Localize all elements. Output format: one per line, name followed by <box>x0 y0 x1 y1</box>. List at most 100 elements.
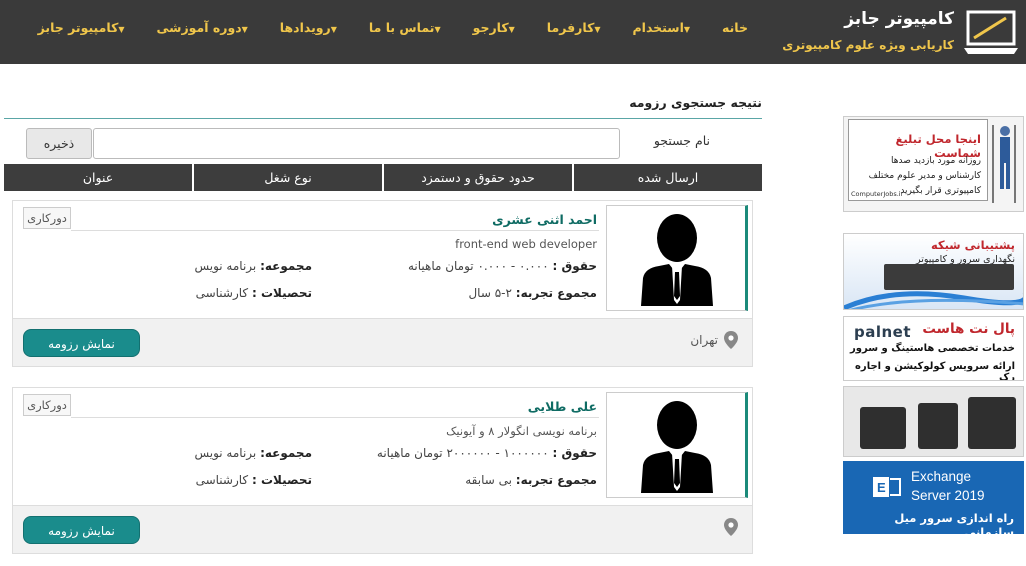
experience-label: مجموع تجربه: <box>515 473 597 487</box>
ad-text-line-2: ارائه سرویس کولوکیشن و اجاره رک <box>855 361 1015 381</box>
name-divider <box>71 230 599 231</box>
nav-label: استخدام <box>632 20 684 35</box>
chevron-down-icon: ▼ <box>594 25 601 34</box>
job-title: برنامه نویسی انگولار ۸ و آیونیک <box>446 424 597 438</box>
education-value: کارشناسی <box>195 473 249 487</box>
top-navbar: کامپیوتر جابز کاریابی ویژه علوم کامپیوتر… <box>0 0 1026 64</box>
search-name-label: نام جستجو <box>653 133 710 148</box>
ad-title: پشتیبانی شبکه <box>930 238 1015 252</box>
category-label: مجموعه: <box>260 259 312 273</box>
logo-title: کامپیوتر جابز <box>844 9 954 29</box>
education-value: کارشناسی <box>195 286 249 300</box>
category-value: برنامه نویس <box>194 446 257 460</box>
nav-employment[interactable]: استخدام▼ <box>619 18 709 38</box>
resume-card: احمد اثنی عشری دورکاری front-end web dev… <box>12 200 753 367</box>
show-resume-button[interactable]: نمایش رزومه <box>23 329 140 357</box>
nav-label: کارفرما <box>546 20 595 35</box>
education-field: تحصیلات : کارشناسی <box>196 473 312 487</box>
network-cable-image <box>844 291 1023 309</box>
experience-field: مجموع تجربه: ۲-۵ سال <box>468 286 597 300</box>
ad-banner-palnet-host[interactable]: palnet پال نت هاست خدمات تخصصی هاستینگ و… <box>843 316 1024 381</box>
experience-field: مجموع تجربه: بی سابقه <box>465 473 597 487</box>
nav-label: رویدادها <box>279 20 331 35</box>
education-label: تحصیلات : <box>251 473 312 487</box>
ad-banner-exchange-server[interactable]: E Exchange Server 2019 راه اندازی سرور م… <box>843 461 1024 534</box>
nav-employer[interactable]: کارفرما▼ <box>533 18 619 38</box>
location-text: تهران <box>690 333 718 347</box>
job-type-badge: دورکاری <box>23 207 71 229</box>
logo-subtitle: کاریابی ویژه علوم کامپیوتری <box>782 38 954 52</box>
ad-footer: ComputerJobs.ir <box>851 190 904 198</box>
site-logo[interactable]: کامپیوتر جابز کاریابی ویژه علوم کامپیوتر… <box>782 0 1026 64</box>
main-nav: خانه استخدام▼ کارفرما▼ کارجو▼ تماس با ما… <box>24 18 748 38</box>
column-title[interactable]: عنوان <box>4 164 192 191</box>
ip-phone-image <box>860 407 906 449</box>
ad-banner-network-support[interactable]: پشتیبانی شبکه نگهداری سرور و کامپیوتر <box>843 233 1024 310</box>
column-salary-range[interactable]: حدود حقوق و دستمزد <box>384 164 572 191</box>
laptop-logo-icon <box>964 10 1018 54</box>
job-type-badge: دورکاری <box>23 394 71 416</box>
exchange-logo-icon: E <box>873 477 901 497</box>
palnet-logo: palnet <box>854 323 912 341</box>
nav-label: خانه <box>722 20 748 35</box>
chevron-down-icon: ▼ <box>330 25 337 34</box>
chevron-down-icon: ▼ <box>241 25 248 34</box>
name-divider <box>71 417 599 418</box>
nav-events[interactable]: رویدادها▼ <box>266 18 355 38</box>
ad-title: پال نت هاست <box>922 321 1015 337</box>
show-resume-button[interactable]: نمایش رزومه <box>23 516 140 544</box>
salary-value: ۰.۰۰۰ - ۰.۰۰۰ تومان ماهیانه <box>407 259 549 273</box>
ad-text-line-1: خدمات تخصصی هاستینگ و سرور <box>850 343 1015 354</box>
ad-banner-advertise-here[interactable]: اینجا محل تبلیغ شماست روزانه مورد بازدید… <box>843 116 1024 212</box>
salary-value: ۱۰۰۰۰۰۰ - ۲۰۰۰۰۰۰ تومان ماهیانه <box>376 446 549 460</box>
resume-name-link[interactable]: علی طلایی <box>528 399 597 414</box>
nav-jobseeker[interactable]: کارجو▼ <box>459 18 533 38</box>
column-job-type[interactable]: نوع شغل <box>194 164 382 191</box>
nav-courses[interactable]: دوره آموزشی▼ <box>143 18 266 38</box>
salary-field: حقوق : ۱۰۰۰۰۰۰ - ۲۰۰۰۰۰۰ تومان ماهیانه <box>377 446 597 460</box>
nav-label: کامپیوتر جابز <box>37 20 119 35</box>
location-pin-icon <box>724 331 738 349</box>
avatar <box>606 392 748 498</box>
experience-value: ۲-۵ سال <box>468 286 512 300</box>
save-button[interactable]: ذخیره <box>26 128 92 159</box>
nav-computerjobs[interactable]: کامپیوتر جابز▼ <box>24 18 143 38</box>
salary-label: حقوق : <box>552 446 597 460</box>
user-silhouette-icon <box>641 214 713 306</box>
nav-label: کارجو <box>472 20 509 35</box>
column-sent[interactable]: ارسال شده <box>574 164 762 191</box>
resume-name-link[interactable]: احمد اثنی عشری <box>492 212 597 227</box>
painter-figure-icon <box>992 125 1016 203</box>
column-headers: ارسال شده حدود حقوق و دستمزد نوع شغل عنو… <box>4 164 762 191</box>
education-field: تحصیلات : کارشناسی <box>196 286 312 300</box>
ip-phone-image <box>968 397 1016 449</box>
nav-home[interactable]: خانه <box>708 18 748 38</box>
nav-label: تماس با ما <box>368 20 435 35</box>
salary-label: حقوق : <box>552 259 597 273</box>
user-silhouette-icon <box>641 401 713 493</box>
nav-label: دوره آموزشی <box>156 20 242 35</box>
category-label: مجموعه: <box>260 446 312 460</box>
avatar <box>606 205 748 311</box>
chevron-down-icon: ▼ <box>683 25 691 34</box>
ad-title-line-2: Server 2019 <box>911 488 985 503</box>
education-label: تحصیلات : <box>251 286 312 300</box>
billboard: اینجا محل تبلیغ شماست روزانه مورد بازدید… <box>848 119 988 201</box>
ad-title-line-1: Exchange <box>911 469 972 484</box>
experience-label: مجموع تجربه: <box>515 286 597 300</box>
ad-text: راه اندازی سرور میل سازمانی <box>894 511 1014 534</box>
experience-value: بی سابقه <box>465 473 512 487</box>
chevron-down-icon: ▼ <box>434 25 441 34</box>
ip-phone-image <box>918 403 958 449</box>
salary-field: حقوق : ۰.۰۰۰ - ۰.۰۰۰ تومان ماهیانه <box>408 259 597 273</box>
title-divider <box>4 118 762 119</box>
ad-banner-voip-phones[interactable] <box>843 386 1024 457</box>
location-pin-icon <box>724 518 738 536</box>
category-field: مجموعه: برنامه نویس <box>194 259 312 273</box>
chevron-down-icon: ▼ <box>118 25 125 34</box>
search-name-input[interactable] <box>93 128 620 159</box>
page-title: نتیجه جستجوی رزومه <box>629 95 762 110</box>
category-value: برنامه نویس <box>194 259 257 273</box>
svg-text:E: E <box>877 480 886 495</box>
nav-contact[interactable]: تماس با ما▼ <box>355 18 459 38</box>
